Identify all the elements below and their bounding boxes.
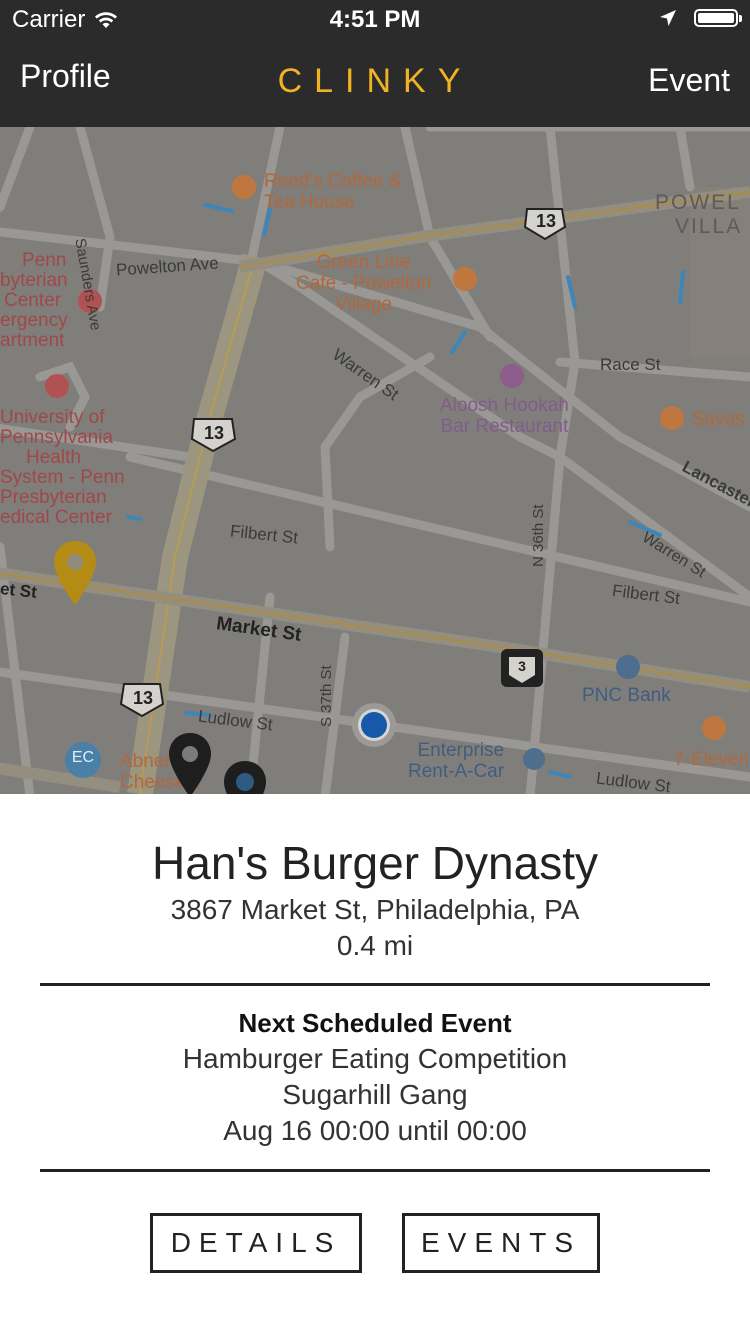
street-label: S 37th St <box>318 665 335 727</box>
map-label-savas: Savas <box>692 409 745 430</box>
map-label-line: Pennsylvania <box>0 427 114 448</box>
map-label-line: Reed's Coffee & <box>264 171 402 192</box>
event-button[interactable]: Event <box>648 62 730 99</box>
map-label-powelton-village: POWEL VILLA <box>655 191 742 239</box>
profile-button[interactable]: Profile <box>20 58 111 95</box>
map-label-line: Rent-A-Car <box>408 761 505 782</box>
route-shield-label: 13 <box>203 423 225 443</box>
selected-pin-icon[interactable] <box>54 541 96 605</box>
carrier-label: Carrier <box>12 6 86 33</box>
location-arrow-icon <box>660 10 676 26</box>
map-label-enterprise: Enterprise Rent-A-Car <box>408 740 504 782</box>
map-label-pnc: PNC Bank <box>582 685 671 706</box>
details-button[interactable]: DETAILS <box>150 1213 362 1273</box>
map-label-line: Presbyterian <box>0 487 107 508</box>
wifi-icon <box>95 12 118 28</box>
map-label-line: artment <box>0 330 65 351</box>
map-label-line: Cafe - Powelton <box>296 273 432 294</box>
map-label-line: Village <box>335 294 392 315</box>
route-shield-label: 13 <box>132 688 154 708</box>
next-event-heading: Next Scheduled Event <box>238 1008 512 1038</box>
map-label-line: Penn <box>22 250 67 271</box>
map-view[interactable]: Reed's Coffee & Tea House Green Line Cafe … <box>0 127 750 794</box>
status-bar: Carrier 4:51 PM <box>0 0 750 40</box>
map-label-line: VILLA <box>675 215 743 238</box>
current-location-icon <box>352 703 396 747</box>
next-event-time: Aug 16 00:00 until 00:00 <box>223 1115 527 1146</box>
venue-name: Han's Burger Dynasty <box>152 837 598 889</box>
map-label-line: edical Center <box>0 507 112 528</box>
map-label-line: Bar Restaurant <box>440 416 569 437</box>
venue-pin-icon[interactable] <box>169 733 211 794</box>
map-label-penn-presbyterian: Penn byterian Center ergency artment <box>0 251 68 351</box>
events-button[interactable]: EVENTS <box>402 1213 600 1273</box>
next-event-title: Hamburger Eating Competition <box>182 1043 568 1074</box>
street-label: et St <box>0 579 38 602</box>
map-label-aloosh: Aloosh Hookah Bar Restaurant <box>440 395 569 437</box>
map-label-reeds: Reed's Coffee & Tea House <box>264 171 401 213</box>
map-label-line: University of <box>0 407 105 428</box>
divider <box>40 983 710 986</box>
map-label-line: Enterprise <box>417 740 505 761</box>
map-label-line: byterian <box>0 270 68 291</box>
map-label-line: Aloosh Hookah <box>440 395 569 416</box>
carrier-group: Carrier <box>12 6 119 34</box>
map-label-line: POWEL <box>655 191 741 214</box>
map-label-line: Tea House <box>264 192 355 213</box>
badge-ec: EC <box>71 749 95 766</box>
map-label-upenn-health: University of Pennsylvania Health System - … <box>0 408 125 528</box>
map-label-line: System - Penn <box>0 467 125 488</box>
top-bar: Carrier 4:51 PM Profile CLINKY Event <box>0 0 750 127</box>
next-event-performer: Sugarhill Gang <box>282 1079 468 1110</box>
venue-pin-icon[interactable] <box>224 761 266 794</box>
street-label: Race St <box>600 355 661 374</box>
map-label-line: Center <box>4 290 62 311</box>
map-label-green-line: Green Line Cafe - Powelton Village <box>296 252 431 315</box>
venue-distance: 0.4 mi <box>336 930 414 961</box>
route-shield-label: 13 <box>535 211 557 231</box>
map-label-line: ergency <box>0 310 68 331</box>
divider <box>40 1169 710 1172</box>
venue-address: 3867 Market St, Philadelphia, PA <box>170 894 580 925</box>
street-label: N 36th St <box>530 504 547 567</box>
map-label-line: Health <box>26 447 81 468</box>
route-shield-label: 3 <box>518 658 526 674</box>
map-label-line: Green Line <box>316 252 411 273</box>
venue-info-panel: Han's Burger Dynasty 3867 Market St, Phi… <box>0 794 750 1334</box>
battery-icon <box>694 9 742 27</box>
app-title: CLINKY <box>277 62 473 100</box>
map-label-7eleven: 7-Eleven <box>674 749 749 770</box>
status-right-group <box>658 8 742 28</box>
